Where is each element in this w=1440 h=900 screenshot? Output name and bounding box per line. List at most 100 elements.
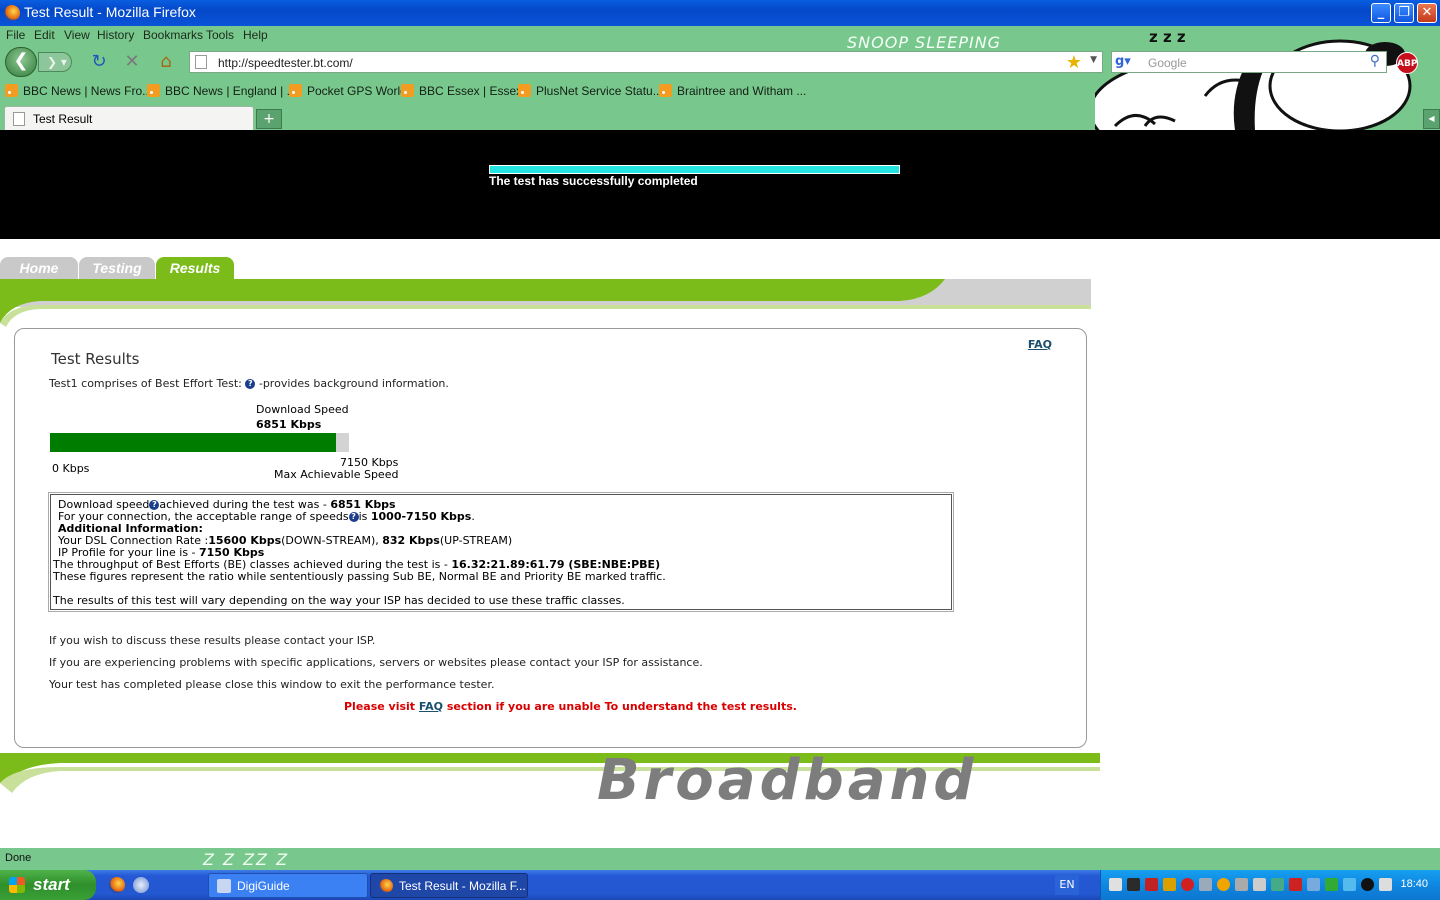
printer-icon[interactable] (1235, 878, 1248, 891)
reload-icon[interactable]: ↻ (89, 52, 109, 72)
bookmark-item[interactable]: BBC Essex | Essex (401, 84, 522, 98)
menu-tools[interactable]: Tools (206, 28, 234, 42)
firefox-window: Test Result - Mozilla Firefox _ ❐ ✕ z z … (0, 0, 1440, 900)
menu-file[interactable]: File (6, 28, 25, 42)
window-title: Test Result - Mozilla Firefox (24, 4, 196, 20)
tab-test-result[interactable]: Test Result (4, 106, 254, 130)
windows-logo-icon (9, 877, 25, 893)
search-placeholder: Google (1148, 56, 1187, 70)
tray-app-icon[interactable] (1343, 878, 1356, 891)
header-banner: The test has successfully completed (0, 130, 1440, 239)
faq-inline-link[interactable]: FAQ (419, 700, 443, 713)
info-text: (DOWN-STREAM), (281, 534, 383, 547)
faq-link[interactable]: FAQ (1028, 338, 1052, 351)
tray-app-icon[interactable] (1163, 878, 1176, 891)
new-tab-button[interactable]: + (256, 109, 282, 129)
volume-icon[interactable] (1379, 878, 1392, 891)
status-zz-decoration: Z Z ZZ Z (203, 850, 290, 869)
network-icon[interactable] (1271, 878, 1284, 891)
tray-app-icon[interactable] (1109, 878, 1122, 891)
help-icon[interactable]: ? (348, 512, 359, 522)
search-bar[interactable]: g▾ Google ⚲ (1111, 51, 1387, 73)
tab-list-dropdown-icon[interactable]: ◀ (1423, 109, 1440, 129)
menu-edit[interactable]: Edit (34, 28, 55, 42)
language-indicator[interactable]: EN (1055, 875, 1079, 895)
bookmark-item[interactable]: BBC News | News Fro... (5, 84, 152, 98)
download-speed-label: Download Speed (256, 403, 349, 416)
info-value: 832 Kbps (382, 534, 440, 547)
green-swoosh-divider (0, 279, 1091, 327)
menu-bookmarks[interactable]: Bookmarks (143, 28, 203, 42)
tray-app-icon[interactable] (1127, 878, 1140, 891)
svg-text:z z z: z z z (1149, 28, 1186, 46)
menu-view[interactable]: View (64, 28, 90, 42)
browser-quicklaunch-icon[interactable] (133, 877, 149, 893)
firefox-quicklaunch-icon[interactable] (109, 877, 125, 893)
tray-app-icon[interactable] (1181, 878, 1194, 891)
info-text: is (358, 510, 371, 523)
tray-app-icon[interactable] (1199, 878, 1212, 891)
stop-icon[interactable]: ✕ (122, 52, 142, 72)
bookmarks-toolbar: BBC News | News Fro... BBC News | Englan… (0, 84, 1100, 100)
start-button[interactable]: start (0, 870, 96, 900)
title-bar[interactable]: Test Result - Mozilla Firefox _ ❐ ✕ (0, 0, 1440, 26)
wireless-icon[interactable] (1361, 878, 1374, 891)
gauge-min-label: 0 Kbps (52, 462, 90, 475)
back-arrow-icon: ❮ (13, 50, 29, 71)
url-dropdown-icon[interactable]: ▼ (1090, 55, 1097, 65)
home-icon[interactable]: ⌂ (156, 52, 176, 72)
contact-isp-text: If you wish to discuss these results ple… (49, 634, 376, 647)
bookmark-item[interactable]: Pocket GPS World (289, 84, 407, 98)
task-label: DigiGuide (237, 879, 290, 893)
forward-button[interactable]: ❯ ▾ (38, 52, 72, 72)
menu-help[interactable]: Help (243, 28, 268, 42)
results-title: Test Results (51, 350, 140, 368)
tray-app-icon[interactable] (1307, 878, 1320, 891)
address-bar[interactable]: http://speedtester.bt.com/ ★ ▼ (189, 51, 1103, 73)
help-icon[interactable]: ? (149, 500, 160, 510)
ati-icon[interactable] (1289, 878, 1302, 891)
rss-feed-icon (401, 84, 414, 97)
menu-history[interactable]: History (97, 28, 134, 42)
rss-feed-icon (147, 84, 160, 97)
notice-text: section if you are unable To understand … (443, 700, 797, 713)
page-icon (195, 55, 207, 69)
task-firefox[interactable]: Test Result - Mozilla F... (370, 873, 528, 898)
rss-feed-icon (518, 84, 531, 97)
faq-notice: Please visit FAQ section if you are unab… (344, 700, 797, 713)
tab-testing[interactable]: Testing (79, 257, 155, 279)
navigation-toolbar: ❮ ❯ ▾ ↻ ✕ ⌂ http://speedtester.bt.com/ ★… (0, 47, 1440, 77)
tab-results[interactable]: Results (156, 257, 234, 279)
tray-app-icon[interactable] (1145, 878, 1158, 891)
speed-gauge-fill (50, 433, 336, 452)
completion-message: The test has successfully completed (489, 174, 698, 188)
task-digiguide[interactable]: DigiGuide (208, 873, 368, 898)
bookmark-label: Pocket GPS World (307, 84, 407, 98)
tab-home[interactable]: Home (0, 257, 78, 279)
google-engine-icon[interactable]: g▾ (1115, 54, 1131, 70)
restore-button[interactable]: ❐ (1394, 3, 1414, 23)
bookmark-item[interactable]: PlusNet Service Statu... (518, 84, 663, 98)
monitor-icon[interactable] (1253, 878, 1266, 891)
close-button[interactable]: ✕ (1417, 3, 1437, 23)
tray-app-icon[interactable] (1217, 878, 1230, 891)
windows-taskbar: start DigiGuide Test Result - Mozilla F.… (0, 870, 1440, 900)
info-value: 1000-7150 Kbps (370, 510, 472, 523)
bookmark-label: Braintree and Witham ... (677, 84, 807, 98)
search-icon[interactable]: ⚲ (1370, 53, 1380, 69)
bookmark-item[interactable]: BBC News | England | ... (147, 84, 297, 98)
page-icon (13, 112, 25, 126)
bookmark-star-icon[interactable]: ★ (1066, 52, 1082, 73)
help-icon[interactable]: ? (245, 379, 256, 389)
adblock-plus-icon[interactable]: ABP (1396, 52, 1418, 74)
intro-text: Test1 comprises of Best Effort Test: ? -… (49, 377, 449, 390)
test-progress-bar (489, 165, 900, 174)
notice-text: Please visit (344, 700, 419, 713)
back-button[interactable]: ❮ (5, 47, 37, 77)
download-speed-value: 6851 Kbps (256, 418, 322, 431)
minimize-button[interactable]: _ (1371, 3, 1391, 23)
intro-after: -provides background information. (258, 377, 449, 390)
tray-app-icon[interactable] (1325, 878, 1338, 891)
bookmark-label: BBC Essex | Essex (419, 84, 523, 98)
bookmark-item[interactable]: Braintree and Witham ... (659, 84, 806, 98)
